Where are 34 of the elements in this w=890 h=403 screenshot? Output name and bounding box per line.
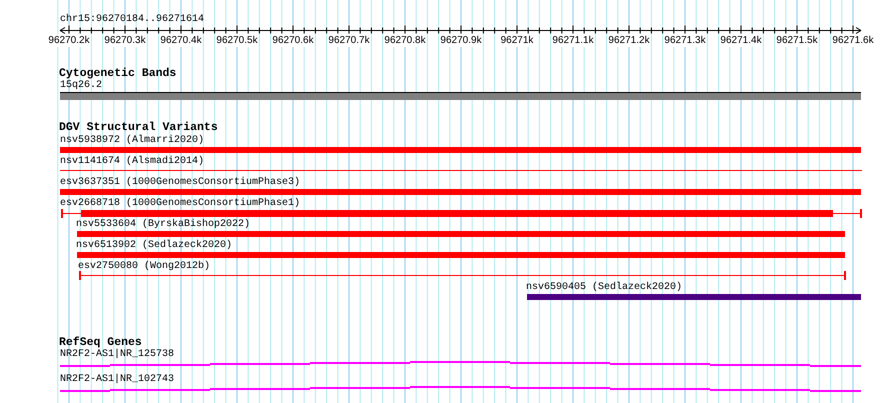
ruler-label: 96271.4k: [720, 34, 762, 47]
track-title: DGV Structural Variants: [59, 122, 218, 134]
ruler-label: 96270.4k: [160, 34, 202, 47]
ruler-label: 96270.3k: [104, 34, 146, 47]
ruler-label: 96271.2k: [608, 34, 650, 47]
gene-line[interactable]: [60, 386, 861, 393]
ruler-label: 96270.8k: [384, 34, 426, 47]
gene-line[interactable]: [60, 361, 861, 368]
track-title: Cytogenetic Bands: [59, 68, 176, 80]
ruler-label: 96270.6k: [272, 34, 314, 47]
variant-bar[interactable]: [61, 209, 862, 218]
variant-bar[interactable]: [79, 271, 846, 280]
ruler-label: 96270.7k: [328, 34, 370, 47]
track-title: RefSeq Genes: [59, 337, 142, 349]
ruler-label: 96271k: [500, 34, 534, 47]
ruler-label: 96271.1k: [552, 34, 594, 47]
variant-label[interactable]: nsv5938972 (Almarri2020): [60, 135, 204, 146]
band-label: 15q26.2: [60, 80, 102, 91]
variant-label[interactable]: esv3637351 (1000GenomesConsortiumPhase3): [60, 177, 300, 188]
variant-label[interactable]: esv2750080 (Wong2012b): [78, 261, 210, 272]
variant-label[interactable]: nsv1141674 (Alsmadi2014): [60, 156, 204, 167]
location-label: chr15:96270184..96271614: [60, 14, 204, 25]
ruler-label: 96270.5k: [216, 34, 258, 47]
gene-label[interactable]: NR2F2-AS1|NR_125738: [60, 349, 174, 360]
ruler-label: 96270.9k: [440, 34, 482, 47]
ruler-label: 96271.3k: [664, 34, 706, 47]
variant-label[interactable]: esv2668718 (1000GenomesConsortiumPhase1): [60, 198, 300, 209]
gene-label[interactable]: NR2F2-AS1|NR_102743: [60, 374, 174, 385]
ruler-label: 96271.6k: [832, 34, 874, 47]
ruler-label: 96271.5k: [776, 34, 818, 47]
ruler-label: 96270.2k: [48, 34, 90, 47]
variant-label[interactable]: nsv5533604 (ByrskaBishop2022): [76, 219, 250, 230]
variant-label[interactable]: nsv6590405 (Sedlazeck2020): [526, 282, 682, 293]
variant-label[interactable]: nsv6513902 (Sedlazeck2020): [76, 240, 232, 251]
